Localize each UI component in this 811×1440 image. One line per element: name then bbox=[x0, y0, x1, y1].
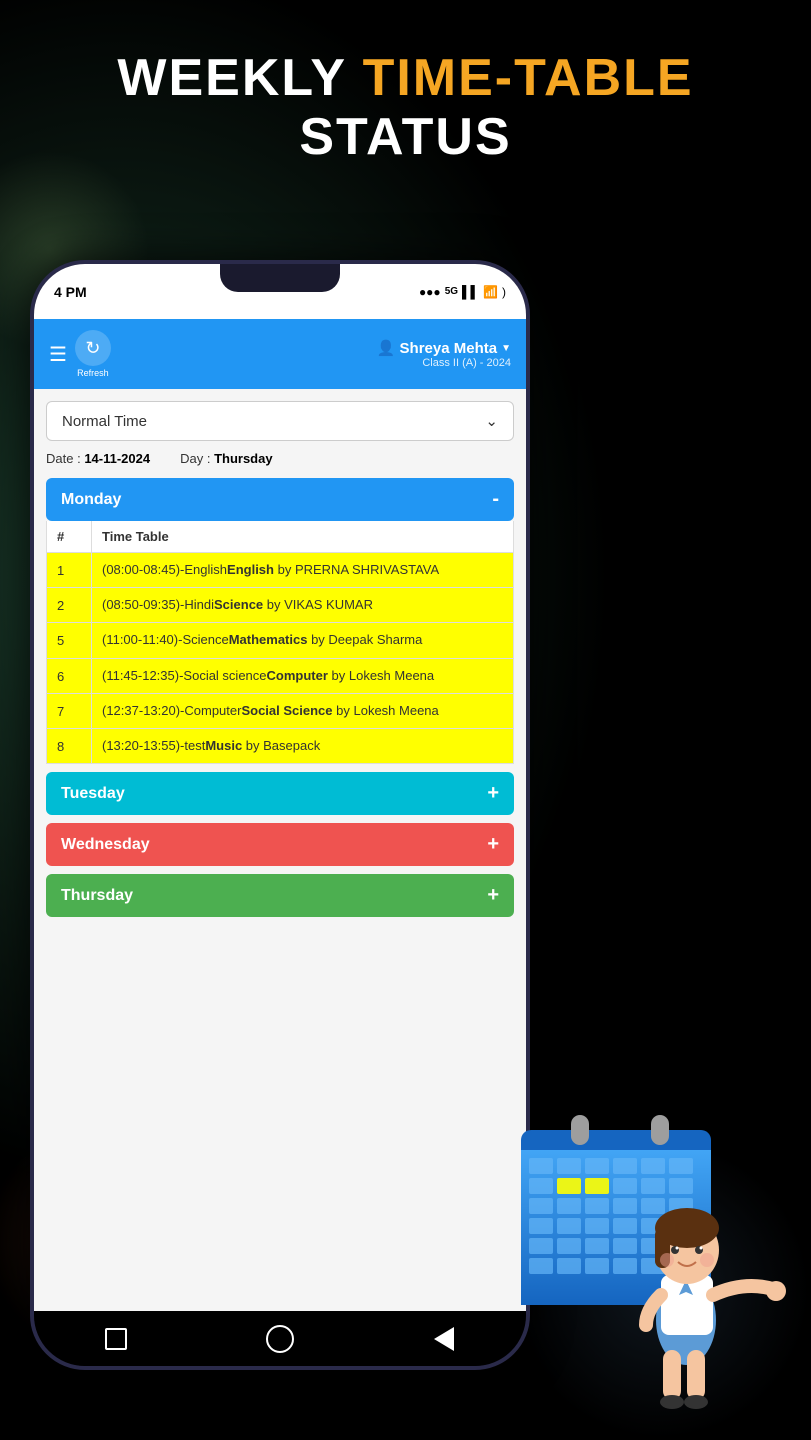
monday-toggle: - bbox=[492, 488, 499, 511]
app-header: ☰ ↻ Refresh 👤 Shreya Mehta ▼ Class II (A… bbox=[34, 319, 526, 389]
home-circle-icon bbox=[266, 1325, 294, 1353]
row-num: 1 bbox=[47, 553, 92, 587]
date-label: Date : bbox=[46, 451, 81, 466]
back-button[interactable] bbox=[429, 1324, 459, 1354]
table-row: 1 (08:00-08:45)-EnglishEnglish by PRERNA… bbox=[47, 553, 513, 588]
network-icon: 5G bbox=[445, 286, 458, 297]
subject-bold: Science bbox=[214, 597, 263, 612]
monday-timetable: # Time Table 1 (08:00-08:45)-EnglishEngl… bbox=[46, 521, 514, 764]
screen-content: Normal Time ⌄ Date : 14-11-2024 Day : Th… bbox=[34, 389, 526, 1311]
back-square-icon bbox=[105, 1328, 127, 1350]
thursday-label: Thursday bbox=[61, 887, 133, 905]
header-left: ☰ ↻ Refresh bbox=[49, 330, 111, 378]
wednesday-section: Wednesday + bbox=[46, 823, 514, 866]
back-triangle-icon bbox=[434, 1327, 454, 1351]
wednesday-header[interactable]: Wednesday + bbox=[46, 823, 514, 866]
signal-dots: ●●● bbox=[419, 285, 441, 299]
title-line1: WEEKLY TIME-TABLE bbox=[0, 50, 811, 107]
col-timetable-header: Time Table bbox=[92, 521, 513, 552]
row-content: (11:00-11:40)-ScienceMathematics by Deep… bbox=[92, 623, 513, 657]
row-num: 7 bbox=[47, 694, 92, 728]
status-icons: ●●● 5G ▌▌ 📶 ) bbox=[419, 285, 506, 299]
row-content: (12:37-13:20)-ComputerSocial Science by … bbox=[92, 694, 513, 728]
navigation-bar bbox=[34, 1311, 526, 1366]
row-num: 8 bbox=[47, 729, 92, 763]
home-button[interactable] bbox=[265, 1324, 295, 1354]
table-row: 6 (11:45-12:35)-Social scienceComputer b… bbox=[47, 659, 513, 694]
tuesday-label: Tuesday bbox=[61, 785, 125, 803]
table-row: 7 (12:37-13:20)-ComputerSocial Science b… bbox=[47, 694, 513, 729]
back-square-button[interactable] bbox=[101, 1324, 131, 1354]
title-weekly: WEEKLY bbox=[117, 49, 362, 107]
refresh-label: Refresh bbox=[77, 368, 109, 378]
dropdown-chevron-icon: ⌄ bbox=[485, 412, 498, 430]
monday-section: Monday - # Time Table 1 (08:00-08:45)-En… bbox=[46, 478, 514, 764]
title-line2: STATUS bbox=[0, 107, 811, 167]
class-info: Class II (A) - 2024 bbox=[377, 357, 511, 369]
tuesday-toggle: + bbox=[487, 782, 499, 805]
subject-bold: Computer bbox=[267, 668, 328, 683]
signal-bars: ▌▌ bbox=[462, 285, 479, 299]
hamburger-menu-icon[interactable]: ☰ bbox=[49, 342, 67, 367]
subject-bold: Music bbox=[205, 738, 242, 753]
wednesday-toggle: + bbox=[487, 833, 499, 856]
user-icon: 👤 bbox=[377, 339, 396, 357]
row-content: (11:45-12:35)-Social scienceComputer by … bbox=[92, 659, 513, 693]
day-label: Day : bbox=[180, 451, 210, 466]
table-row: 5 (11:00-11:40)-ScienceMathematics by De… bbox=[47, 623, 513, 658]
dropdown-value: Normal Time bbox=[62, 413, 147, 430]
row-num: 2 bbox=[47, 588, 92, 622]
date-value: 14-11-2024 bbox=[84, 451, 150, 466]
table-header-row: # Time Table bbox=[47, 521, 513, 553]
refresh-button[interactable]: ↻ Refresh bbox=[75, 330, 111, 378]
thursday-header[interactable]: Thursday + bbox=[46, 874, 514, 917]
row-content: (13:20-13:55)-testMusic by Basepack bbox=[92, 729, 513, 763]
subject-bold: Mathematics bbox=[229, 632, 308, 647]
title-timetable: TIME-TABLE bbox=[363, 49, 694, 107]
row-num: 6 bbox=[47, 659, 92, 693]
col-num-header: # bbox=[47, 521, 92, 552]
status-bar: 4 PM ●●● 5G ▌▌ 📶 ) bbox=[34, 264, 526, 319]
girl-character bbox=[591, 1080, 791, 1420]
table-row: 8 (13:20-13:55)-testMusic by Basepack bbox=[47, 729, 513, 763]
thursday-toggle: + bbox=[487, 884, 499, 907]
row-content: (08:00-08:45)-EnglishEnglish by PRERNA S… bbox=[92, 553, 513, 587]
status-time: 4 PM bbox=[54, 284, 87, 300]
refresh-icon: ↻ bbox=[75, 330, 111, 366]
subject-bold: English bbox=[227, 562, 274, 577]
time-type-dropdown[interactable]: Normal Time ⌄ bbox=[46, 401, 514, 441]
thursday-section: Thursday + bbox=[46, 874, 514, 917]
row-num: 5 bbox=[47, 623, 92, 657]
wednesday-label: Wednesday bbox=[61, 836, 150, 854]
date-field: Date : 14-11-2024 bbox=[46, 451, 150, 466]
chevron-down-icon: ▼ bbox=[501, 343, 511, 354]
monday-header[interactable]: Monday - bbox=[46, 478, 514, 521]
date-info-row: Date : 14-11-2024 Day : Thursday bbox=[46, 451, 514, 466]
day-value: Thursday bbox=[214, 451, 273, 466]
subject-bold: Social Science bbox=[241, 703, 332, 718]
table-row: 2 (08:50-09:35)-HindiScience by VIKAS KU… bbox=[47, 588, 513, 623]
tuesday-section: Tuesday + bbox=[46, 772, 514, 815]
tuesday-header[interactable]: Tuesday + bbox=[46, 772, 514, 815]
day-field: Day : Thursday bbox=[180, 451, 272, 466]
header-right: 👤 Shreya Mehta ▼ Class II (A) - 2024 bbox=[377, 339, 511, 369]
page-title-area: WEEKLY TIME-TABLE STATUS bbox=[0, 50, 811, 167]
battery-icon: ) bbox=[502, 285, 506, 299]
phone-notch bbox=[220, 264, 340, 292]
wifi-icon: 📶 bbox=[483, 285, 498, 299]
row-content: (08:50-09:35)-HindiScience by VIKAS KUMA… bbox=[92, 588, 513, 622]
phone-frame: 4 PM ●●● 5G ▌▌ 📶 ) ☰ ↻ Refresh 👤 Shreya … bbox=[30, 260, 530, 1370]
user-name[interactable]: 👤 Shreya Mehta ▼ bbox=[377, 339, 511, 357]
monday-label: Monday bbox=[61, 491, 121, 509]
